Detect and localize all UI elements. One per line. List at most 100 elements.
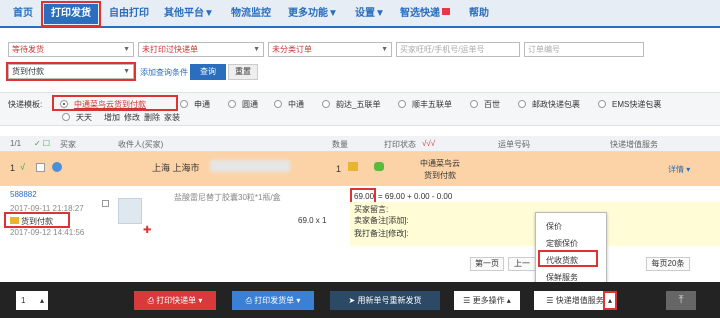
spinner-icon: ▴ xyxy=(39,296,44,305)
status-check-icons: √√√ xyxy=(422,139,436,148)
medicine-cross-icon: ✚ xyxy=(143,225,152,236)
value-added-label: 快递增值服务 xyxy=(555,296,604,305)
nav-free-print[interactable]: 自由打印 xyxy=(102,4,156,24)
carrier-payment: 货到付款 xyxy=(424,171,456,180)
list-icon: ☰ xyxy=(463,296,473,305)
template-radio-7[interactable] xyxy=(518,100,526,108)
first-page-button[interactable]: 第一页 xyxy=(470,257,504,271)
print-ship-label: 打印发货单 xyxy=(254,296,295,305)
qty-count: 1 xyxy=(336,164,342,174)
buyer-search-input[interactable]: 买家旺旺/手机号/运单号 xyxy=(396,42,520,57)
template-radio-2[interactable] xyxy=(228,100,236,108)
hot-icon xyxy=(442,8,450,15)
nav-logistics[interactable]: 物流监控 xyxy=(224,4,278,24)
template-edit-link[interactable]: 修改 xyxy=(124,112,140,123)
order-checkbox[interactable] xyxy=(36,163,45,172)
print-express-label: 打印快递单 xyxy=(156,296,197,305)
chevron-down-icon: ▼ xyxy=(123,46,130,53)
header-recipient: 收件人(买家) xyxy=(118,140,164,149)
template-home-link[interactable]: 家装 xyxy=(164,112,180,123)
query-button[interactable]: 查询 xyxy=(190,64,226,80)
nav-help[interactable]: 帮助 xyxy=(462,4,496,24)
template-radio-4[interactable] xyxy=(322,100,330,108)
nav-smart-express-label: 智选快递 xyxy=(400,8,440,19)
order-type-select[interactable]: 未分类订单 ▼ xyxy=(268,42,392,57)
menu-insured[interactable]: 保价 xyxy=(546,221,562,232)
template-option-2[interactable]: 圆通 xyxy=(242,99,258,110)
my-note[interactable]: 我打备注[修改]: xyxy=(354,228,409,239)
print-ship-button[interactable]: ⎙ 打印发货单 ▾ xyxy=(232,291,314,310)
page-number-select[interactable]: 1 ▴ xyxy=(16,291,48,310)
add-condition-link[interactable]: 添加查询条件 xyxy=(140,67,188,78)
ship-status-value: 等待发货 xyxy=(12,45,44,54)
template-option-9[interactable]: 天天 xyxy=(76,112,92,123)
reset-button[interactable]: 重置 xyxy=(228,64,258,80)
per-page-select[interactable]: 每页20条 xyxy=(646,257,690,271)
order-number[interactable]: 588882 xyxy=(10,190,37,199)
template-add-link[interactable]: 增加 xyxy=(104,112,120,123)
item-checkbox[interactable] xyxy=(102,200,109,207)
nav-settings[interactable]: 设置▼ xyxy=(350,4,390,24)
buyer-note: 买家留言: xyxy=(354,205,389,214)
user-icon xyxy=(52,162,62,172)
template-label: 快递模板: xyxy=(8,100,43,109)
top-nav: 首页 打印发货 自由打印 其他平台▼ 物流监控 更多功能▼ 设置▼ 智选快递 帮… xyxy=(0,0,720,28)
print-status-select[interactable]: 未打印过快递单 ▼ xyxy=(138,42,264,57)
nav-more-functions[interactable]: 更多功能▼ xyxy=(282,4,344,24)
template-option-6[interactable]: 百世 xyxy=(484,99,500,110)
tag-highlight xyxy=(4,212,70,228)
template-radio-9[interactable] xyxy=(62,113,70,121)
reprint-button[interactable]: ➤ 用新单号重新发货 xyxy=(330,291,440,310)
print-express-button[interactable]: ⎙ 打印快递单 ▾ xyxy=(134,291,216,310)
recipient-address: 上海 上海市 xyxy=(152,163,200,173)
template-option-1[interactable]: 申通 xyxy=(194,99,210,110)
check-all-icon[interactable]: ✓ ☐ xyxy=(34,139,50,148)
row-index: 1 xyxy=(10,163,16,173)
unit-price: 69.0 x 1 xyxy=(298,216,327,225)
template-highlight xyxy=(52,95,178,111)
detail-label: 详情 xyxy=(668,165,684,174)
payment-highlight xyxy=(6,62,136,81)
header-quantity: 数量 xyxy=(332,140,348,149)
cod-highlight xyxy=(538,250,598,267)
menu-fixed-insured[interactable]: 定额保价 xyxy=(546,238,578,249)
template-option-7[interactable]: 邮政快递包裹 xyxy=(532,99,580,110)
nav-smart-express[interactable]: 智选快递 xyxy=(396,4,454,24)
template-option-8[interactable]: EMS快递包裹 xyxy=(612,99,661,110)
package-icon xyxy=(348,162,358,171)
page-number-value: 1 xyxy=(21,296,26,305)
chevron-down-icon: ▼ xyxy=(253,46,260,53)
chat-icon[interactable] xyxy=(374,162,384,171)
order-no-input[interactable]: 订单编号 xyxy=(524,42,644,57)
chevron-down-icon: ▼ xyxy=(381,46,388,53)
template-option-3[interactable]: 中通 xyxy=(288,99,304,110)
checked-icon: √ xyxy=(20,162,25,172)
header-value-added: 快递增值服务 xyxy=(610,140,658,149)
printer-icon: ⎙ xyxy=(147,296,157,305)
value-added-caret[interactable]: ▴ xyxy=(603,291,617,310)
template-option-4[interactable]: 韵达_五联单 xyxy=(336,99,380,110)
more-ops-label: 更多操作 xyxy=(472,296,505,305)
nav-home[interactable]: 首页 xyxy=(6,4,40,24)
product-name[interactable]: 盐酸雷尼替丁胶囊30粒*1瓶/盒 xyxy=(174,192,281,203)
carrier-name: 中通菜鸟云 xyxy=(420,159,460,168)
scroll-top-icon[interactable]: ⤒ xyxy=(666,291,696,310)
template-radio-5[interactable] xyxy=(398,100,406,108)
template-radio-1[interactable] xyxy=(180,100,188,108)
template-radio-6[interactable] xyxy=(470,100,478,108)
nav-other-platforms[interactable]: 其他平台▼ xyxy=(158,4,220,24)
header-tracking: 运单号码 xyxy=(498,140,530,149)
template-radio-8[interactable] xyxy=(598,100,606,108)
order-summary-row[interactable]: 1 √ 上海 上海市 1 中通菜鸟云 货到付款 详情 ▾ xyxy=(0,152,720,186)
order-time-2: 2017-09-12 14:41:56 xyxy=(10,228,85,237)
detail-link[interactable]: 详情 ▾ xyxy=(668,164,690,175)
seller-note[interactable]: 卖家备注[添加]: xyxy=(354,215,409,226)
template-radio-3[interactable] xyxy=(274,100,282,108)
template-option-5[interactable]: 顺丰五联单 xyxy=(412,99,452,110)
nav-print-ship[interactable]: 打印发货 xyxy=(41,1,101,27)
prev-page-button[interactable]: 上一 xyxy=(508,257,536,271)
ship-status-select[interactable]: 等待发货 ▼ xyxy=(8,42,134,57)
header-buyer: 买家 xyxy=(60,140,76,149)
template-delete-link[interactable]: 删除 xyxy=(144,112,160,123)
more-ops-button[interactable]: ☰ 更多操作 ▴ xyxy=(454,291,520,310)
